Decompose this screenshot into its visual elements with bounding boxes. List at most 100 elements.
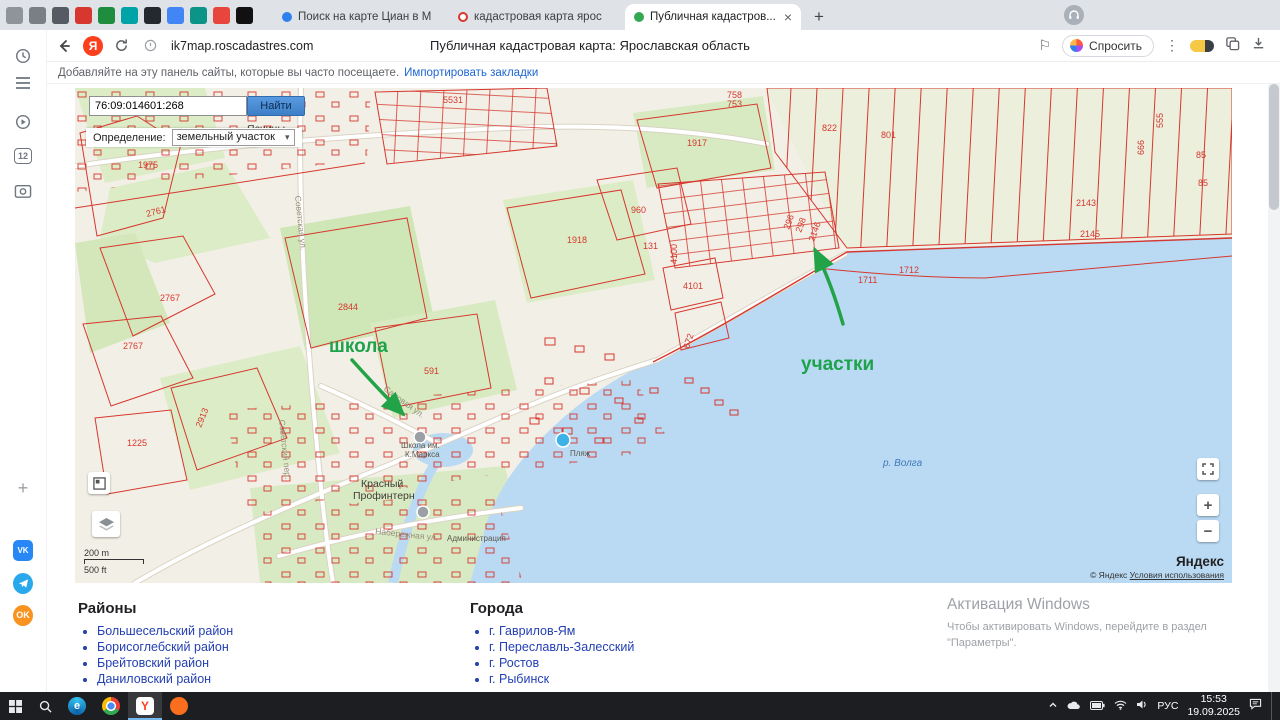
taskbar-browser-orange-icon[interactable] [162,692,196,720]
support-headset-icon[interactable] [1064,5,1084,25]
address-bar: Я ik7map.roscadastres.com Публичная када… [46,30,1280,62]
yandex-logo[interactable]: Яндекс [1090,554,1224,569]
city-link[interactable]: г. Рыбинск [489,672,549,686]
tray-chevron-up-icon[interactable] [1048,697,1058,715]
map-label: 131 [643,241,658,251]
extension-icon[interactable] [144,7,161,24]
tab-title: Поиск на карте Циан в М [298,11,440,23]
map-label: 85 [1196,150,1206,160]
taskbar-search-icon[interactable] [30,692,60,720]
wifi-icon[interactable] [1114,697,1127,715]
city-link[interactable]: г. Ростов [489,656,539,670]
menu-dots-icon[interactable]: ⋮ [1165,37,1179,54]
start-button[interactable] [0,692,30,720]
import-bookmarks-link[interactable]: Импортировать закладки [404,67,538,79]
sidebar-menu-icon[interactable] [13,73,33,93]
action-center-icon[interactable] [1249,697,1262,715]
refresh-button[interactable] [110,35,132,57]
browser-sidebar: 12 + VK OK [0,30,47,692]
object-type-select[interactable]: земельный участок ▾ [172,129,295,146]
district-link[interactable]: Большесельский район [97,624,233,638]
extension-icon[interactable] [29,7,46,24]
odnoklassniki-icon[interactable]: OK [13,605,33,625]
map-label: школа [329,336,388,357]
site-settings-icon[interactable] [139,35,161,57]
city-link[interactable]: г. Переславль-Залесский [489,640,634,654]
extension-icon[interactable] [213,7,230,24]
screenshot-icon[interactable] [13,181,33,201]
extension-icon[interactable] [52,7,69,24]
extension-icon[interactable] [98,7,115,24]
taskbar-clock[interactable]: 15:53 19.09.2025 [1187,693,1240,718]
collections-icon[interactable] [1225,36,1240,56]
legend-button[interactable] [88,472,110,494]
show-desktop-button[interactable] [1271,692,1276,720]
tab-cian-search[interactable]: Поиск на карте Циан в М [273,4,449,30]
map-label: р. Волга [882,458,923,469]
fullscreen-button[interactable] [1197,458,1219,480]
telegram-icon[interactable] [13,573,33,593]
history-icon[interactable] [13,46,33,66]
taskbar-chrome-icon[interactable] [94,692,128,720]
ask-alice-button[interactable]: Спросить [1062,35,1154,57]
selected-object-type: земельный участок [177,130,275,145]
taskbar-edge-icon[interactable]: e [60,692,94,720]
tab-close-icon[interactable]: × [784,10,792,24]
page-scrollbar[interactable] [1268,84,1280,692]
scale-imperial: 500 ft [84,565,144,575]
map-label: 1712 [899,265,919,275]
district-link[interactable]: Даниловский район [97,672,211,686]
bookmark-flag-icon[interactable]: ⚐ [1038,37,1051,54]
cadastral-map: 1975276127672767122529132844591191896019… [75,88,1232,583]
terms-link[interactable]: Условия использования [1130,570,1224,580]
vk-icon[interactable]: VK [13,540,33,560]
onedrive-icon[interactable] [1067,697,1081,715]
back-button[interactable] [53,35,75,57]
chevron-down-icon: ▾ [285,130,290,145]
window-icon[interactable] [6,7,23,24]
sidebar-add-icon[interactable]: + [13,478,33,498]
district-link[interactable]: Брейтовский район [97,656,209,670]
battery-saver-icon[interactable] [1190,40,1214,52]
map-label: Школа им. [401,441,440,450]
map-label: 85 [1198,178,1208,188]
zoom-in-button[interactable]: + [1197,494,1219,516]
taskbar-yandex-browser-icon[interactable]: Y [128,692,162,720]
windows-activation-watermark: Активация Windows Чтобы активировать Win… [947,596,1207,652]
map-label: Профинтерн [353,490,415,502]
windows-taskbar: e Y РУС 15:53 19.09.2025 [0,692,1280,720]
extension-icon[interactable] [121,7,138,24]
cadastral-search-input[interactable] [89,96,247,116]
video-icon[interactable] [13,112,33,132]
tab-cadastral-map-yaroslavl[interactable]: кадастровая карта ярос [449,4,625,30]
map-label: 1918 [567,235,587,245]
find-button[interactable]: Найти [247,96,305,116]
hint-text: Добавляйте на эту панель сайты, которые … [58,67,399,79]
map-label: 1711 [858,275,877,285]
language-indicator[interactable]: РУС [1157,700,1178,712]
map-label: Пляж [570,449,591,458]
scrollbar-thumb[interactable] [1269,84,1279,210]
zoom-out-button[interactable]: − [1197,520,1219,542]
map-canvas[interactable]: 1975276127672767122529132844591191896019… [75,88,1232,583]
tab-favicon [282,12,292,22]
tab-public-cadastral-map[interactable]: Публичная кадастров... × [625,4,801,30]
city-link[interactable]: г. Гаврилов-Ям [489,624,575,638]
layers-button[interactable] [92,511,120,537]
extension-icon[interactable] [236,7,253,24]
browser-tab-strip: Поиск на карте Циан в М кадастровая карт… [0,0,1280,30]
calendar-12-icon[interactable]: 12 [13,146,33,166]
cities-section: Города г. Гаврилов-Ям г. Переславль-Зале… [470,600,634,688]
browser-logo-icon[interactable]: Я [83,36,103,56]
downloads-icon[interactable] [1251,36,1266,56]
extension-icon[interactable] [190,7,207,24]
new-tab-button[interactable]: + [807,5,831,29]
battery-icon[interactable] [1090,697,1105,715]
alice-icon [1070,39,1083,52]
extension-icon[interactable] [75,7,92,24]
volume-icon[interactable] [1136,697,1148,715]
district-link[interactable]: Борисоглебский район [97,640,229,654]
map-label: 555 [1155,113,1165,128]
extension-icon[interactable] [167,7,184,24]
url-text[interactable]: ik7map.roscadastres.com [171,39,313,53]
